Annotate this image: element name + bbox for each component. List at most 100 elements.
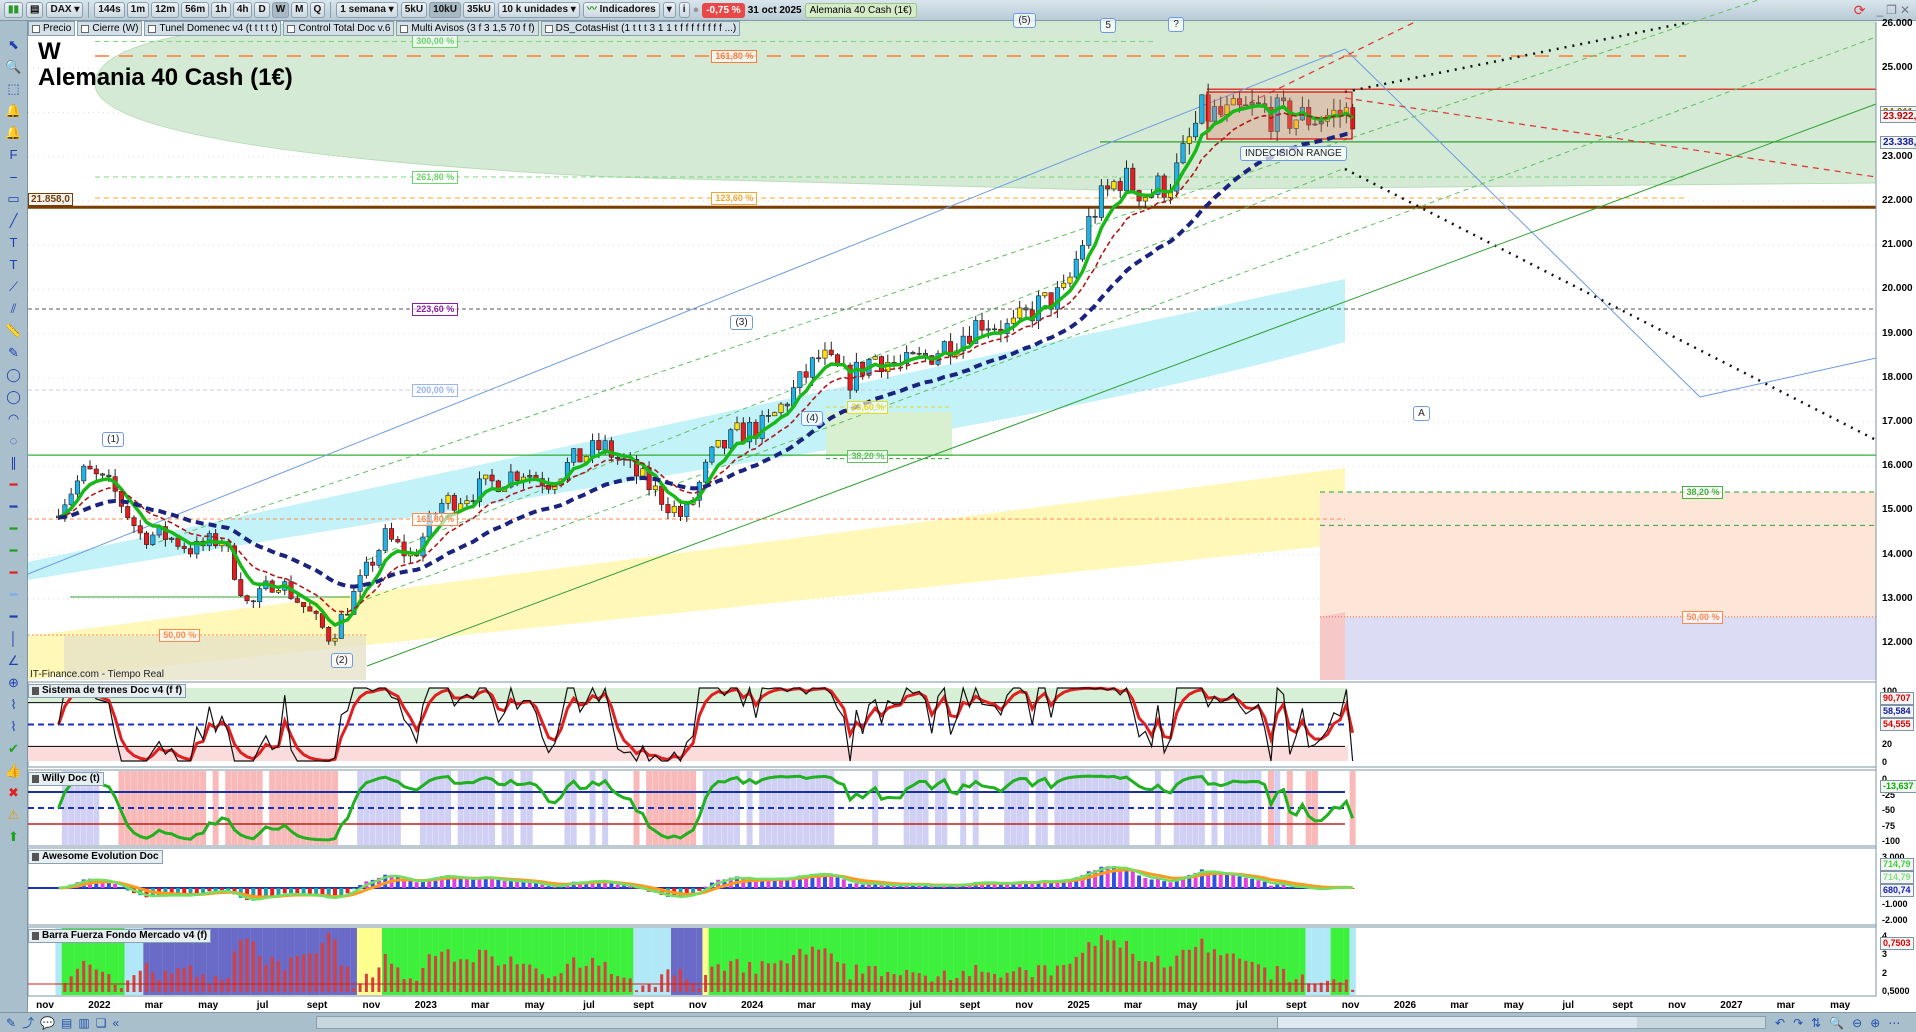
fib-label[interactable]: 50,00 %: [1682, 610, 1724, 624]
fib-label[interactable]: 223,60 %: [412, 302, 459, 316]
force-bar: [358, 983, 362, 992]
redo-icon[interactable]: ↷: [1793, 1016, 1803, 1030]
indicator-pane-title[interactable]: Willy Doc (t): [28, 772, 104, 786]
fib-label[interactable]: 38,20 %: [847, 450, 889, 464]
pane-toggle-icon[interactable]: [32, 687, 39, 695]
chip-checkbox[interactable]: [148, 24, 157, 33]
histogram-bar: [276, 888, 281, 896]
force-bar: [597, 965, 601, 992]
force-bar: [1250, 961, 1254, 992]
fit-icon[interactable]: ⇅: [1811, 1016, 1821, 1030]
force-bar: [264, 964, 268, 992]
pane-tick: -50: [1882, 805, 1896, 815]
chip-label: DS_CotasHist (1 t t t 3 1 1 t f f f f f …: [555, 23, 737, 34]
force-bar: [207, 984, 211, 992]
histogram-bar: [1218, 873, 1223, 889]
indicator-chip[interactable]: Control Total Doc v.6: [283, 21, 395, 36]
force-bar: [1326, 980, 1330, 992]
histogram-bar: [1231, 874, 1236, 889]
force-bar: [1005, 972, 1009, 992]
collapse-icon[interactable]: «: [112, 1016, 119, 1030]
indicator-chip[interactable]: Cierre (W): [77, 21, 143, 36]
y-tick: 21.000: [1882, 239, 1913, 251]
indicator-chip[interactable]: Precio: [28, 21, 76, 36]
x-tick: jul: [909, 1000, 922, 1011]
horizontal-scrollbar[interactable]: [316, 1016, 1766, 1029]
wave-label[interactable]: (2): [330, 652, 353, 668]
y-tick: 16.000: [1882, 460, 1913, 472]
fib-label[interactable]: 200,00 %: [412, 383, 459, 397]
fib-label[interactable]: 300,00 %: [412, 35, 459, 49]
wave-label[interactable]: ?: [1168, 17, 1184, 33]
columns-icon[interactable]: ▥: [78, 1016, 89, 1030]
fib-label[interactable]: 50,00 %: [159, 629, 201, 643]
x-tick: mar: [1123, 1000, 1143, 1011]
force-bar: [993, 973, 997, 992]
fib-label[interactable]: 161,80 %: [711, 50, 758, 64]
wave-label[interactable]: 5: [1100, 18, 1116, 34]
histogram-bar: [339, 888, 344, 896]
pane-toggle-icon[interactable]: [32, 775, 39, 783]
indicator-pane-title[interactable]: Barra Fuerza Fondo Mercado v4 (f): [28, 929, 212, 943]
pane-tick: -75: [1882, 820, 1896, 831]
wave-label[interactable]: (5): [1013, 12, 1036, 28]
indicator-pane-title[interactable]: Sistema de trenes Doc v4 (f f): [28, 684, 187, 698]
share-icon[interactable]: ⤴: [22, 1014, 34, 1031]
chip-checkbox[interactable]: [81, 24, 90, 33]
pane-toggle-icon[interactable]: [32, 932, 39, 940]
report-icon[interactable]: ▤: [61, 1016, 72, 1030]
indicator-chip[interactable]: Multi Avisos (3 f 3 1,5 70 f f): [396, 21, 539, 36]
force-bar: [201, 974, 205, 992]
chart-title: Alemania 40 Cash (1€): [38, 64, 293, 91]
force-bar: [1256, 964, 1260, 992]
wave-label[interactable]: (1): [102, 431, 125, 447]
fib-label[interactable]: 161,80 %: [412, 513, 459, 527]
force-bar: [1300, 974, 1304, 992]
indicator-pane-title[interactable]: Awesome Evolution Doc: [28, 850, 163, 864]
force-bar: [1275, 966, 1279, 992]
undo-icon[interactable]: ↶: [1775, 1016, 1785, 1030]
force-bar: [1294, 979, 1298, 992]
fib-label[interactable]: 23,60 %: [847, 400, 889, 414]
zoom-in-icon[interactable]: ⊕: [1870, 1016, 1880, 1030]
settings-icon[interactable]: ⋯: [1888, 1016, 1900, 1030]
histogram-bar: [420, 881, 425, 889]
pane-value-tag: -13,637: [1880, 780, 1916, 793]
indicator-chip[interactable]: Tunel Domenec v4 (t t t t t): [144, 21, 282, 36]
force-bar: [402, 979, 406, 992]
scrollbar-thumb[interactable]: [1277, 1017, 1637, 1028]
chip-checkbox[interactable]: [32, 24, 40, 33]
chip-checkbox[interactable]: [400, 24, 409, 33]
window-icon[interactable]: ❏: [96, 1016, 107, 1030]
pane-value-tag: 90,707: [1880, 692, 1914, 705]
force-bar: [1081, 952, 1085, 992]
fib-label[interactable]: 261,80 %: [412, 170, 459, 184]
force-bar: [515, 964, 519, 992]
force-bar: [1219, 955, 1223, 992]
chat-icon[interactable]: 💬: [40, 1016, 55, 1030]
zoom-out-icon[interactable]: ⊖: [1852, 1016, 1862, 1030]
indicator-chip[interactable]: DS_CotasHist (1 t t t 3 1 1 t f f f f f …: [540, 21, 741, 36]
wave-label[interactable]: (3): [730, 314, 753, 330]
fib-label[interactable]: 38,20 %: [1682, 486, 1724, 499]
force-bar: [1037, 965, 1041, 992]
force-bar: [101, 971, 105, 992]
wave-label[interactable]: (4): [801, 411, 824, 427]
chip-checkbox[interactable]: [544, 24, 553, 33]
wave-label[interactable]: A: [1413, 406, 1430, 422]
x-tick: may: [524, 1000, 545, 1011]
chip-checkbox[interactable]: [287, 24, 296, 33]
force-bar: [773, 963, 777, 992]
zoom-fit-icon[interactable]: 🔍: [1829, 1016, 1844, 1030]
chart-canvas[interactable]: [0, 0, 1916, 1032]
pane-toggle-icon[interactable]: [32, 853, 39, 861]
force-bar: [421, 967, 425, 992]
histogram-bar: [496, 879, 501, 889]
force-bar: [1030, 977, 1034, 992]
force-bar: [1024, 970, 1028, 992]
force-bar: [459, 959, 463, 992]
force-bar: [603, 961, 607, 992]
fib-label[interactable]: 123,60 %: [711, 191, 758, 205]
force-bar: [1181, 949, 1185, 992]
draw-icon[interactable]: ✎: [6, 1016, 16, 1030]
